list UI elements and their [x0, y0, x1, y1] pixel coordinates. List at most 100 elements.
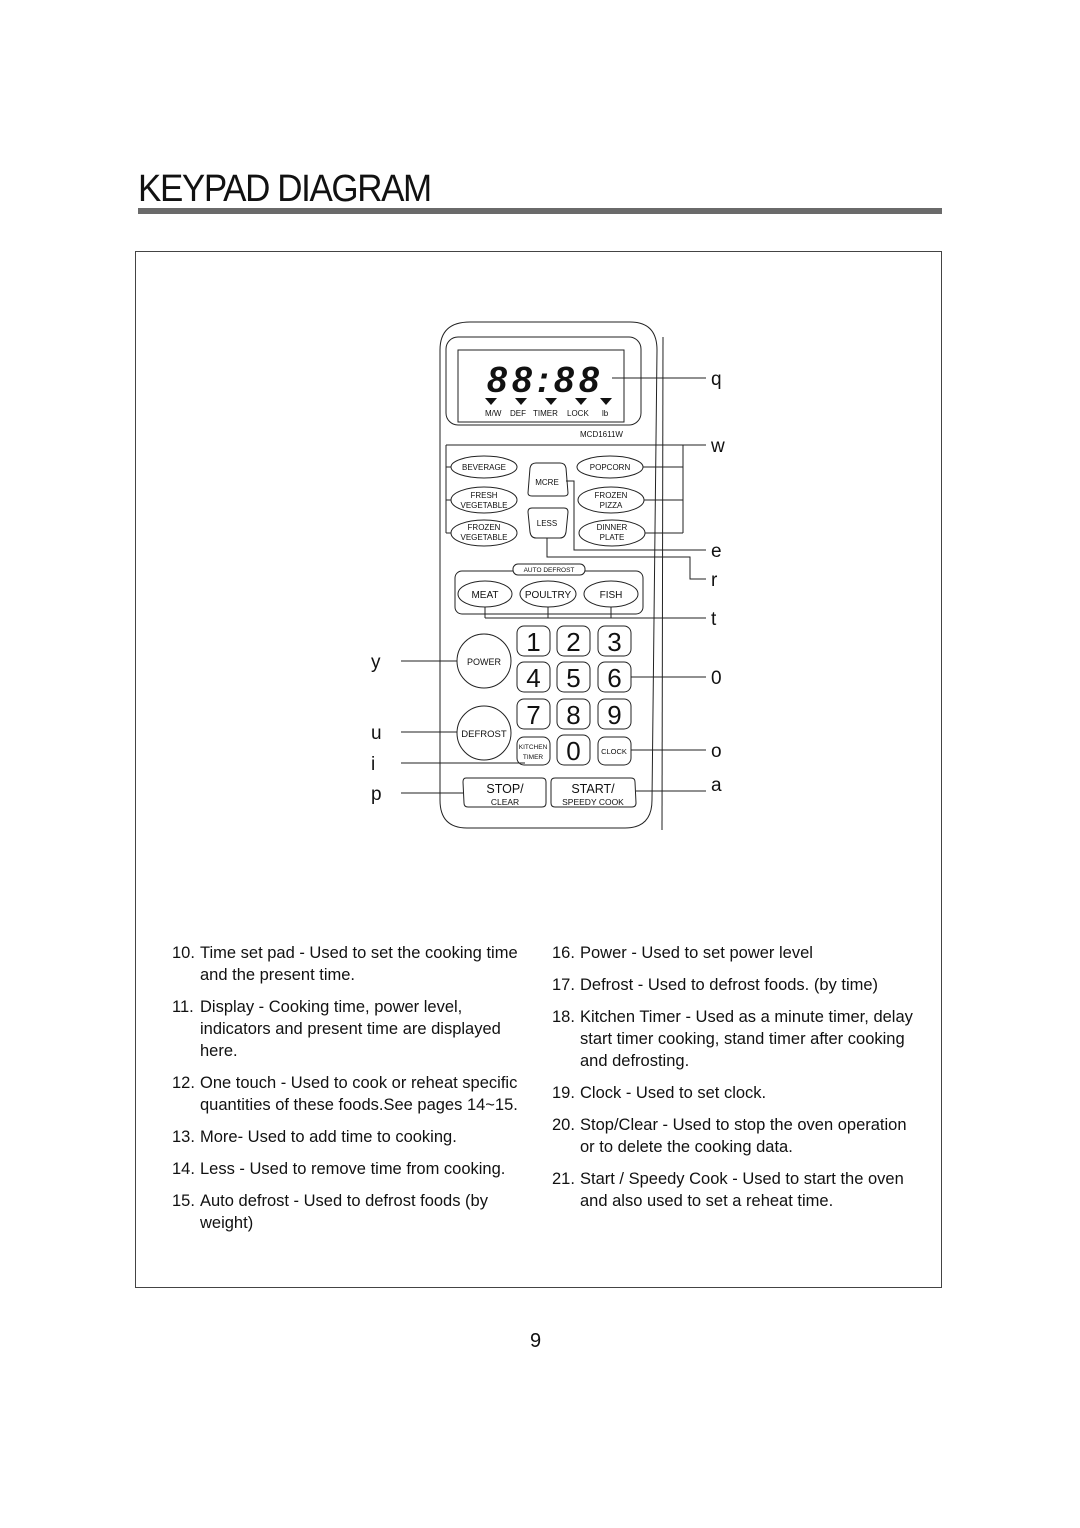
description-item: 16. Power - Used to set power level [552, 942, 922, 964]
clock-key[interactable]: CLOCK [597, 736, 632, 766]
beverage-key[interactable]: BEVERAGE [450, 455, 518, 479]
callout-u: u [371, 723, 382, 744]
description-number: 21. [552, 1170, 575, 1188]
frozen-vegetable-key[interactable]: FROZEN VEGETABLE [450, 519, 518, 547]
key-label: TIMER [523, 754, 544, 761]
description-text: Time set pad - Used to set the cooking t… [200, 944, 518, 984]
description-item: 11. Display - Cooking time, power level, … [172, 996, 532, 1062]
digit-key-2[interactable]: 2 [556, 625, 591, 657]
digit-key-8[interactable]: 8 [556, 698, 591, 730]
fish-key[interactable]: FISH [583, 580, 639, 608]
key-label: FROZEN [595, 491, 628, 500]
power-key[interactable]: POWER [456, 633, 512, 689]
description-number: 13. [172, 1128, 195, 1146]
description-number: 18. [552, 1008, 575, 1026]
description-number: 11. [172, 998, 194, 1016]
callout-a: a [711, 775, 722, 796]
key-label: MCRE [535, 478, 559, 487]
key-label: SPEEDY COOK [562, 797, 624, 807]
description-number: 17. [552, 976, 575, 994]
key-label: CLEAR [491, 797, 519, 807]
key-label: BEVERAGE [462, 463, 506, 472]
model-number: MCD1611W [580, 430, 623, 439]
indicator-arrow-icon [575, 398, 587, 405]
auto-defrost-label: AUTO DEFROST [524, 567, 575, 574]
description-item: 14. Less - Used to remove time from cooki… [172, 1158, 532, 1180]
indicator-timer: TIMER [533, 409, 558, 418]
meat-key[interactable]: MEAT [457, 580, 513, 608]
digit-key-0[interactable]: 0 [556, 734, 591, 766]
popcorn-key[interactable]: POPCORN [576, 455, 644, 479]
key-label: VEGETABLE [461, 501, 508, 510]
kitchen-timer-key[interactable]: KITCHEN TIMER [516, 736, 551, 766]
key-label: VEGETABLE [461, 533, 508, 542]
description-number: 12. [172, 1074, 195, 1092]
description-text: Less - Used to remove time from cooking. [200, 1160, 506, 1178]
frozen-pizza-key[interactable]: FROZEN PIZZA [577, 486, 645, 514]
digit-key-1[interactable]: 1 [516, 625, 551, 657]
digit-key-9[interactable]: 9 [597, 698, 632, 730]
key-label: POWER [467, 657, 502, 667]
digit-key-label: 2 [566, 627, 580, 657]
key-label: POPCORN [590, 463, 631, 472]
more-key[interactable]: MCRE [527, 462, 569, 497]
defrost-key[interactable]: DEFROST [456, 705, 512, 761]
digit-key-label: 8 [566, 700, 580, 730]
description-item: 19. Clock - Used to set clock. [552, 1082, 922, 1104]
start-speedy-cook-key[interactable]: START/ SPEEDY COOK [550, 777, 637, 808]
descriptions-right: 16. Power - Used to set power level 17. Def… [552, 942, 922, 1222]
indicator-mw: M/W [485, 409, 502, 418]
digit-key-label: 5 [566, 663, 580, 693]
description-text: Defrost - Used to defrost foods. (by tim… [580, 976, 879, 994]
description-number: 16. [552, 944, 575, 962]
digit-key-label: 3 [607, 627, 621, 657]
indicator-arrow-icon [545, 398, 557, 405]
fresh-vegetable-key[interactable]: FRESH VEGETABLE [450, 486, 518, 514]
poultry-key[interactable]: POULTRY [519, 580, 577, 608]
callout-0: 0 [711, 668, 722, 689]
indicator-arrow-icon [485, 398, 497, 405]
description-text: Auto defrost - Used to defrost foods (by… [200, 1192, 488, 1232]
callout-t: t [711, 609, 717, 630]
key-label: FRESH [470, 491, 497, 500]
key-label: PIZZA [600, 501, 623, 510]
callout-r: r [711, 570, 718, 591]
digit-key-label: 0 [566, 736, 580, 766]
indicator-arrow-icon [600, 398, 612, 405]
description-text: Kitchen Timer - Used as a minute timer, … [580, 1008, 913, 1070]
key-label: FROZEN [468, 523, 501, 532]
indicator-lock: LOCK [567, 409, 589, 418]
indicator-arrow-icon [515, 398, 527, 405]
indicator-def: DEF [510, 409, 526, 418]
stop-clear-key[interactable]: STOP/ CLEAR [462, 777, 547, 808]
key-label: MEAT [471, 590, 498, 601]
digit-key-6[interactable]: 6 [597, 661, 632, 693]
callout-i: i [371, 754, 375, 775]
digit-key-5[interactable]: 5 [556, 661, 591, 693]
callout-p: p [371, 784, 382, 805]
digit-key-4[interactable]: 4 [516, 661, 551, 693]
less-key[interactable]: LESS [527, 507, 569, 539]
key-label: LESS [537, 519, 557, 528]
description-text: More- Used to add time to cooking. [200, 1128, 457, 1146]
description-number: 10. [172, 944, 195, 962]
description-number: 20. [552, 1116, 575, 1134]
description-number: 19. [552, 1084, 575, 1102]
description-item: 18. Kitchen Timer - Used as a minute tim… [552, 1006, 922, 1072]
digit-key-label: 7 [526, 700, 540, 730]
digit-key-label: 6 [607, 663, 621, 693]
description-text: Start / Speedy Cook - Used to start the … [580, 1170, 904, 1210]
description-text: One touch - Used to cook or reheat speci… [200, 1074, 518, 1114]
description-item: 10. Time set pad - Used to set the cookin… [172, 942, 532, 986]
description-item: 17. Defrost - Used to defrost foods. (by … [552, 974, 922, 996]
digit-key-7[interactable]: 7 [516, 698, 551, 730]
dinner-plate-key[interactable]: DINNER PLATE [578, 519, 646, 547]
digit-key-label: 9 [607, 700, 621, 730]
key-label: KITCHEN [519, 744, 548, 751]
key-label: POULTRY [525, 590, 572, 601]
key-label: DINNER [597, 523, 628, 532]
callout-y: y [371, 652, 381, 673]
digit-key-3[interactable]: 3 [597, 625, 632, 657]
callout-q: q [711, 369, 722, 390]
description-number: 15. [172, 1192, 195, 1210]
